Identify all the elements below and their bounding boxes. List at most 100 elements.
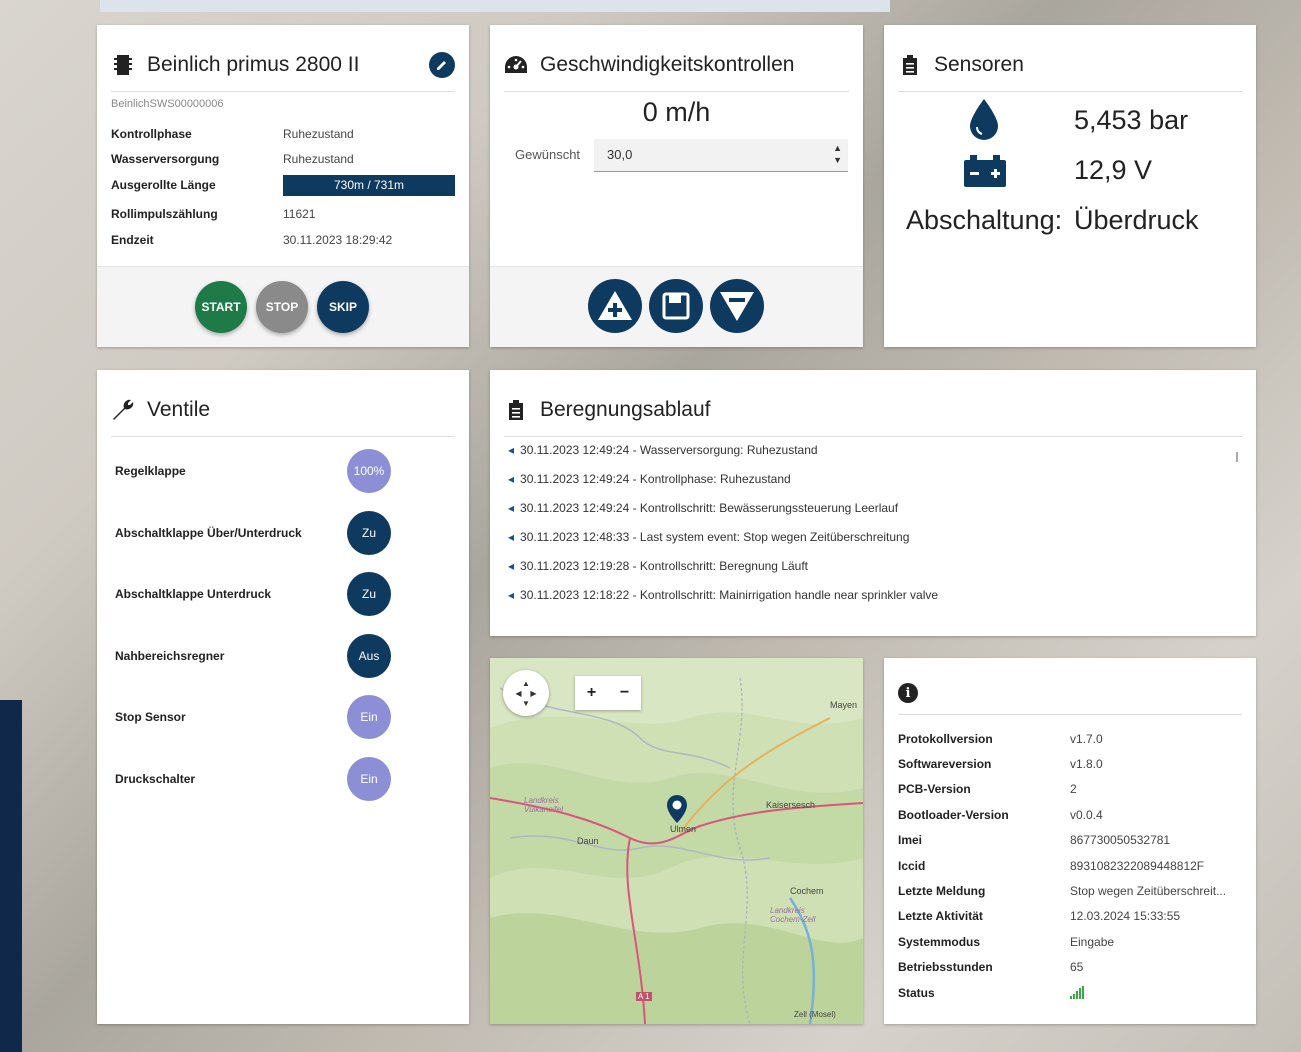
- log-entry: ◂ 30.11.2023 12:49:24 - Kontrollschritt: …: [508, 501, 898, 515]
- desired-speed-label: Gewünscht: [515, 147, 581, 162]
- start-button[interactable]: START: [195, 281, 247, 333]
- info-label: Protokollversion: [898, 732, 993, 746]
- voltage-value: 12,9 V: [1074, 155, 1153, 185]
- device-title: Beinlich primus 2800 II: [147, 53, 360, 76]
- map-view[interactable]: [490, 658, 863, 1024]
- current-speed: 0 m/h: [642, 97, 711, 127]
- map-place-label: Landkreis Cochem-Zell: [770, 906, 816, 924]
- valve-state-badge[interactable]: Zu: [347, 572, 391, 616]
- device-row: Rollimpulszählung 11621: [111, 207, 455, 223]
- arrow-left-icon: ◂: [508, 501, 515, 515]
- valves-card-header: Ventile: [111, 384, 455, 437]
- edit-icon[interactable]: [429, 52, 455, 78]
- device-serial: BeinlichSWS00000006: [111, 98, 224, 110]
- valves-title: Ventile: [147, 398, 211, 421]
- valve-state-badge[interactable]: Aus: [347, 634, 391, 678]
- info-card: i Protokollversion v1.7.0 Softwareversion…: [884, 658, 1256, 1024]
- device-row: Ausgerollte Länge 730m / 731m: [111, 175, 455, 200]
- valve-state-badge[interactable]: Ein: [347, 757, 391, 801]
- arrow-left-icon: ◂: [508, 559, 515, 573]
- map-place-label: Landkreis Vulkaneifel: [524, 796, 563, 814]
- clipboard-icon: [504, 398, 528, 422]
- valve-row: Nahbereichsregner Aus: [115, 631, 455, 681]
- info-row: Status: [898, 986, 1242, 1002]
- irrigation-log-card: Beregnungsablauf ◂ 30.11.2023 12:49:24 - …: [490, 370, 1256, 636]
- zoom-in-button[interactable]: +: [575, 676, 608, 710]
- valve-label: Abschaltklappe Unterdruck: [115, 587, 272, 601]
- info-label: Systemmodus: [898, 935, 981, 949]
- device-icon: [111, 53, 135, 77]
- arrows-icon: ▲ ◀ ▶ ▼: [515, 679, 537, 708]
- log-entry-text: 30.11.2023 12:49:24 - Kontrollphase: Ruh…: [520, 472, 791, 486]
- info-label: Bootloader-Version: [898, 808, 1009, 822]
- device-row-label: Wasserversorgung: [111, 152, 220, 166]
- speed-card-footer: [490, 266, 863, 347]
- valve-state-badge[interactable]: 100%: [347, 449, 391, 493]
- device-row-label: Rollimpulszählung: [111, 207, 218, 221]
- arrow-left-icon: ◂: [508, 443, 515, 457]
- log-card-header: Beregnungsablauf: [504, 384, 1242, 437]
- info-label: Imei: [898, 833, 923, 847]
- device-row-value: Ruhezustand: [283, 127, 354, 141]
- speed-up-icon[interactable]: [588, 279, 642, 333]
- length-progress-text: 730m / 731m: [333, 178, 405, 192]
- stop-button[interactable]: STOP: [256, 281, 308, 333]
- desired-speed-value: 30,0: [607, 147, 633, 162]
- info-row: Softwareversion v1.8.0: [898, 757, 1242, 773]
- log-entry-text: 30.11.2023 12:48:33 - Last system event:…: [520, 530, 910, 544]
- info-label: Status: [898, 986, 935, 1000]
- device-row: Wasserversorgung Ruhezustand: [111, 152, 455, 168]
- device-row: Endzeit 30.11.2023 18:29:42: [111, 233, 455, 249]
- valve-state-badge[interactable]: Ein: [347, 695, 391, 739]
- length-progress-bar: 730m / 731m: [283, 175, 455, 196]
- info-row: Letzte Aktivität 12.03.2024 15:33:55: [898, 909, 1242, 925]
- valve-state-badge[interactable]: Zu: [347, 511, 391, 555]
- info-value: v0.0.4: [1070, 808, 1103, 822]
- spinner-icon[interactable]: ▲ ▼: [833, 142, 842, 166]
- log-entry-text: 30.11.2023 12:18:22 - Kontrollschritt: M…: [520, 588, 939, 602]
- background-dark-strip: [0, 700, 22, 1052]
- map-pan-control[interactable]: ▲ ◀ ▶ ▼: [503, 670, 549, 716]
- log-entry: ◂ 30.11.2023 12:18:22 - Kontrollschritt: …: [508, 588, 938, 602]
- map-place-label: Cochem: [790, 886, 824, 896]
- speedometer-icon: [504, 53, 528, 77]
- clipboard-icon: [898, 53, 922, 77]
- device-card: Beinlich primus 2800 II BeinlichSWS00000…: [97, 25, 469, 347]
- skip-button[interactable]: SKIP: [317, 281, 369, 333]
- valve-label: Stop Sensor: [115, 710, 186, 724]
- info-row: Iccid 8931082322089448812F: [898, 859, 1242, 875]
- info-value: v1.7.0: [1070, 732, 1103, 746]
- valve-row: Stop Sensor Ein: [115, 692, 455, 742]
- device-card-header: Beinlich primus 2800 II: [111, 39, 455, 92]
- info-label: Betriebsstunden: [898, 960, 993, 974]
- save-icon[interactable]: [649, 279, 703, 333]
- desired-speed-input[interactable]: 30,0 ▲ ▼: [594, 139, 848, 172]
- info-value: v1.8.0: [1070, 757, 1103, 771]
- info-row: PCB-Version 2: [898, 782, 1242, 798]
- speed-card-header: Geschwindigkeitskontrollen: [504, 39, 849, 92]
- shutdown-value: Überdruck: [1074, 205, 1199, 235]
- sensors-card-header: Sensoren: [898, 39, 1242, 92]
- log-entry: ◂ 30.11.2023 12:49:24 - Wasserversorgung:…: [508, 443, 818, 457]
- map-place-label: Kaisersesch: [766, 800, 816, 810]
- device-row-label: Ausgerollte Länge: [111, 178, 216, 192]
- wrench-icon: [111, 398, 135, 422]
- info-row: Bootloader-Version v0.0.4: [898, 808, 1242, 824]
- map-card[interactable]: Mayen Kaisersesch Ulmen Daun Cochem Land…: [490, 658, 863, 1024]
- log-entry-text: 30.11.2023 12:49:24 - Wasserversorgung: …: [520, 443, 818, 457]
- log-scrollbar[interactable]: [1236, 452, 1238, 462]
- device-row-label: Endzeit: [111, 233, 154, 247]
- zoom-out-button[interactable]: −: [608, 676, 641, 710]
- info-label: Letzte Aktivität: [898, 909, 983, 923]
- info-row: Letzte Meldung Stop wegen Zeitüberschreit…: [898, 884, 1242, 900]
- speed-down-icon[interactable]: [710, 279, 764, 333]
- shutdown-label: Abschaltung:: [906, 205, 1063, 235]
- map-marker-icon[interactable]: [666, 794, 688, 829]
- device-row-label: Kontrollphase: [111, 127, 192, 141]
- log-entry-text: 30.11.2023 12:49:24 - Kontrollschritt: B…: [520, 501, 899, 515]
- device-row-value: 11621: [283, 207, 316, 221]
- valve-row: Druckschalter Ein: [115, 754, 455, 804]
- info-icon: i: [898, 683, 918, 703]
- device-row: Kontrollphase Ruhezustand: [111, 127, 455, 143]
- info-label: Softwareversion: [898, 757, 992, 771]
